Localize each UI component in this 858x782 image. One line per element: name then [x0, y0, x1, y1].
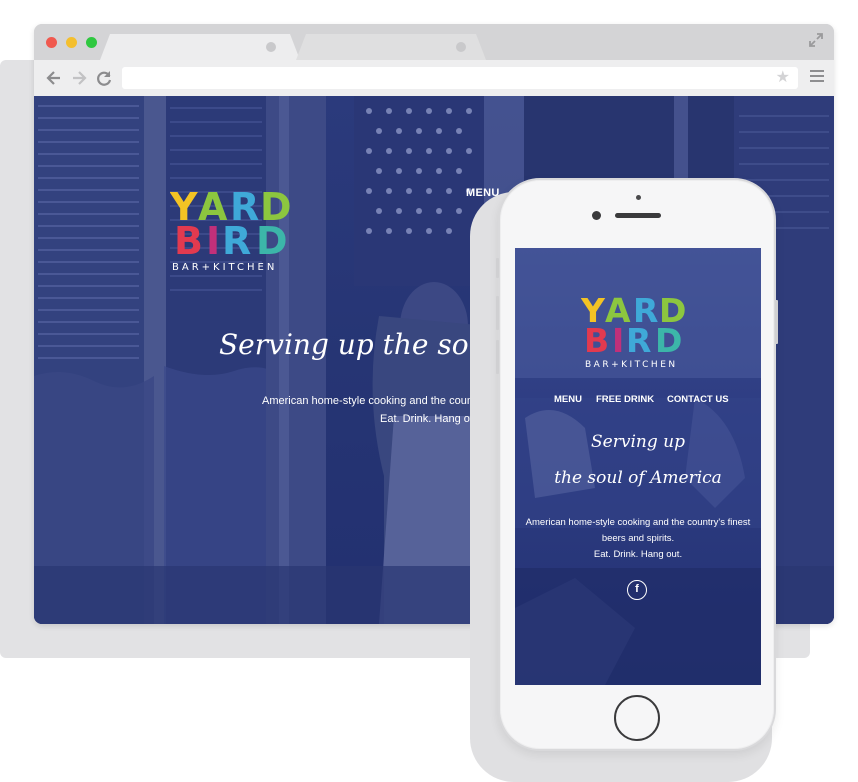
tab-close-icon[interactable] — [266, 42, 276, 52]
address-bar[interactable]: ★ — [122, 67, 798, 89]
mobile-nav-free-drink[interactable]: FREE DRINK — [596, 394, 654, 405]
phone-volume-down — [496, 340, 499, 374]
phone-power-button — [775, 300, 778, 344]
mobile-description-line1: American home-style cooking and the coun… — [525, 517, 751, 528]
tab-close-icon[interactable] — [456, 42, 466, 52]
svg-text:D: D — [256, 219, 288, 263]
yardbird-logo-mobile[interactable]: Y A R D B I R D BAR+KITCHEN — [581, 290, 693, 370]
reload-icon[interactable] — [94, 68, 114, 88]
mobile-tagline-line2: the soul of America — [554, 468, 722, 488]
browser-tab-active[interactable] — [100, 34, 300, 60]
svg-text:R: R — [626, 321, 651, 360]
mobile-description-line2: beers and spirits. — [601, 533, 675, 544]
yardbird-logo[interactable]: Y A R D B I R D BAR+KITCHEN — [170, 182, 300, 272]
hero-subline: Eat. Drink. Hang out. — [380, 413, 483, 425]
expand-icon[interactable] — [808, 32, 824, 48]
svg-text:B: B — [584, 321, 609, 360]
phone-mute-switch — [496, 258, 499, 278]
back-arrow-icon[interactable] — [44, 68, 64, 88]
mobile-nav-menu[interactable]: MENU — [554, 394, 582, 405]
phone-camera — [592, 211, 601, 220]
mobile-subline: Eat. Drink. Hang out. — [593, 549, 683, 560]
window-zoom-dot[interactable] — [86, 37, 97, 48]
browser-tab-bar — [34, 24, 834, 60]
facebook-icon[interactable]: f — [627, 580, 647, 600]
phone-volume-up — [496, 296, 499, 330]
phone-home-button[interactable] — [614, 695, 660, 741]
forward-arrow-icon[interactable] — [69, 68, 89, 88]
window-minimize-dot[interactable] — [66, 37, 77, 48]
hamburger-menu-icon[interactable] — [810, 70, 824, 84]
mobile-description: American home-style cooking and the coun… — [515, 515, 761, 563]
svg-text:D: D — [655, 321, 682, 360]
phone-sensor — [636, 195, 641, 200]
window-close-dot[interactable] — [46, 37, 57, 48]
mobile-nav-contact-us[interactable]: CONTACT US — [667, 394, 729, 405]
svg-text:BAR+KITCHEN: BAR+KITCHEN — [585, 360, 678, 370]
star-icon[interactable]: ★ — [776, 68, 790, 88]
browser-tab[interactable] — [296, 34, 486, 60]
svg-text:B: B — [174, 219, 203, 263]
svg-text:I: I — [206, 219, 220, 263]
phone-screen: Y A R D B I R D BAR+KITCHEN MENU FREE DR… — [515, 248, 761, 685]
mobile-tagline-line1: Serving up — [591, 432, 685, 452]
svg-text:BAR+KITCHEN: BAR+KITCHEN — [172, 262, 277, 272]
phone-speaker — [615, 213, 661, 218]
svg-text:I: I — [612, 321, 624, 360]
browser-toolbar: ★ — [34, 60, 834, 97]
svg-text:R: R — [222, 219, 251, 263]
phone-device: Y A R D B I R D BAR+KITCHEN MENU FREE DR… — [496, 178, 778, 751]
